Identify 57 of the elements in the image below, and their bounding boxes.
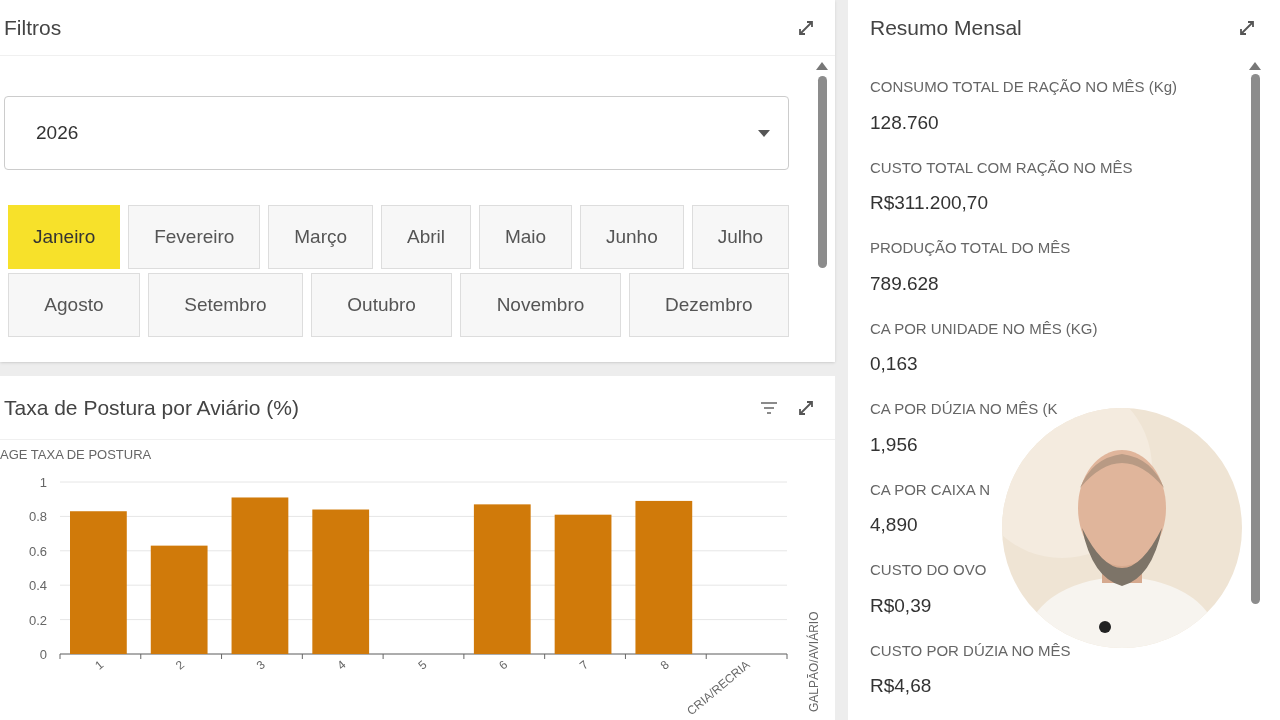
metric-label: CUSTO DO OVO: [870, 560, 988, 580]
tick-label: 1: [39, 475, 47, 490]
metric-value: 128.760: [870, 110, 940, 135]
scrollbar-thumb[interactable]: [1250, 74, 1260, 604]
scroll-up-icon[interactable]: [1249, 62, 1261, 70]
month-button[interactable]: Junho: [580, 205, 684, 269]
year-select[interactable]: 2026: [4, 96, 789, 170]
metric-label: CA POR CAIXA N: [870, 479, 992, 500]
metric-value: R$0,39: [870, 593, 933, 618]
tick-label: 0.8: [28, 509, 47, 525]
panel-title: Filtros: [4, 14, 62, 41]
metric-value: 0,163: [870, 352, 919, 376]
month-button[interactable]: Julho: [691, 205, 789, 269]
scrollbar-thumb[interactable]: [817, 76, 827, 268]
category-label: 2: [172, 657, 188, 673]
metric-label: CA POR UNIDADE NO MÊS (KG): [870, 318, 1099, 339]
month-button[interactable]: Outubro: [310, 273, 453, 337]
metric-value: 1,956: [870, 432, 919, 457]
month-button[interactable]: Janeiro: [8, 205, 121, 269]
axis-title: AGE TAXA DE POSTURA: [0, 447, 152, 462]
expand-icon[interactable]: [1238, 19, 1256, 37]
metric-value: 789.628: [870, 271, 940, 296]
scroll-up-icon[interactable]: [816, 62, 828, 70]
panel-title: Resumo Mensal: [870, 15, 1022, 42]
expand-icon[interactable]: [797, 18, 815, 37]
metric-label: CONSUMO TOTAL DE RAÇÃO NO MÊS (Kg): [870, 77, 1178, 97]
metric-label: CUSTO TOTAL COM RAÇÃO NO MÊS: [870, 157, 1134, 178]
month-button[interactable]: Agosto: [8, 273, 140, 337]
category-label: 3: [253, 657, 268, 673]
tick-label: 0.4: [28, 578, 47, 594]
category-label: 5: [415, 657, 430, 673]
category-label: 8: [657, 657, 672, 673]
panel-title: Taxa de Postura por Aviário (%): [4, 394, 299, 421]
tick-label: 0.6: [28, 543, 47, 559]
metric-label: PRODUÇÃO TOTAL DO MÊS: [870, 238, 1072, 258]
tick-label: 0.2: [28, 612, 47, 628]
metric-label: CA POR DÚZIA NO MÊS (K: [870, 399, 1059, 419]
metric-value: R$311.200,70: [870, 191, 989, 215]
month-button[interactable]: Março: [268, 205, 374, 269]
metric-value: 4,890: [870, 513, 919, 537]
category-label: 6: [496, 657, 511, 673]
month-button[interactable]: Novembro: [460, 273, 621, 337]
category-label: 4: [334, 657, 349, 673]
category-label: 7: [576, 657, 591, 673]
filter-icon[interactable]: [761, 401, 777, 414]
month-button[interactable]: Maio: [478, 205, 573, 269]
month-button[interactable]: Setembro: [147, 273, 303, 337]
month-button[interactable]: Abril: [381, 205, 471, 269]
metric-value: R$4,68: [870, 674, 933, 698]
month-button[interactable]: Fevereiro: [128, 205, 261, 269]
axis-title: GALPÃO/AVIÁRIO: [807, 611, 821, 712]
tick-label: 0: [39, 647, 47, 662]
month-button[interactable]: Dezembro: [628, 273, 789, 337]
expand-icon[interactable]: [797, 398, 815, 417]
category-label: 1: [92, 657, 107, 673]
caret-icon: [758, 129, 770, 137]
metric-label: CUSTO POR DÚZIA NO MÊS: [870, 640, 1072, 661]
